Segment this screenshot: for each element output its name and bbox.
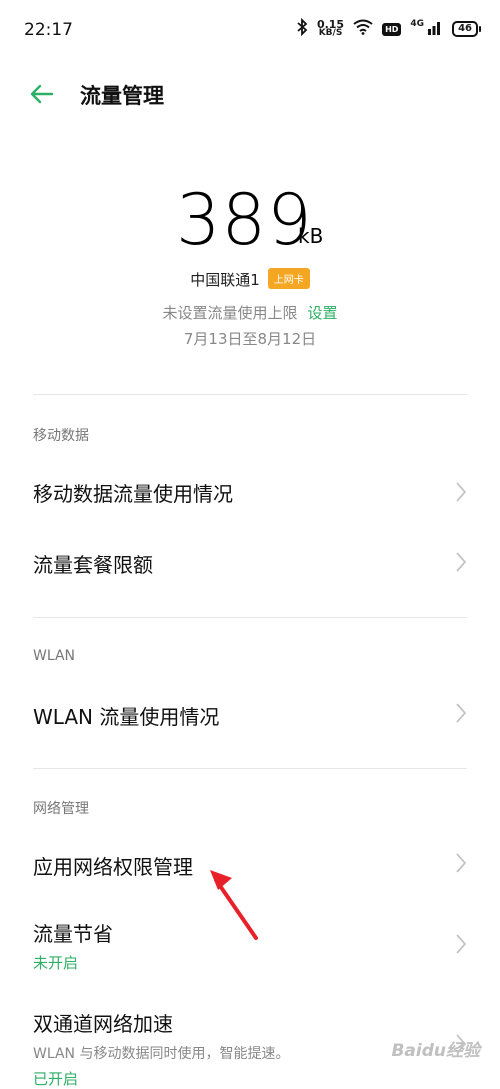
chevron-right-icon (456, 934, 467, 954)
wlan-usage-item[interactable]: WLAN 流量使用情况 (0, 684, 500, 748)
chevron-right-icon (456, 703, 467, 723)
page-title: 流量管理 (80, 84, 164, 108)
baidu-watermark: Baidu经验 (391, 1041, 480, 1061)
row-title: WLAN 流量使用情况 (33, 705, 220, 729)
section-label-wlan: WLAN (33, 648, 76, 664)
back-arrow-icon (30, 84, 54, 104)
red-arrow-annotation-icon (210, 870, 258, 940)
divider (33, 617, 467, 618)
divider (33, 394, 467, 395)
divider (33, 768, 467, 769)
status-icons: 0.15 KB/S HD 4G 46 (296, 17, 481, 40)
row-title: 流量套餐限额 (33, 553, 153, 577)
app-header: 流量管理 (0, 70, 500, 118)
chevron-right-icon (456, 853, 467, 873)
sim-info: 中国联通1 上网卡 (0, 268, 500, 290)
mobile-data-usage-item[interactable]: 移动数据流量使用情况 (0, 460, 500, 524)
data-plan-limit-item[interactable]: 流量套餐限额 (0, 532, 500, 596)
battery-indicator: 46 (452, 21, 481, 37)
sim-badge: 上网卡 (267, 268, 310, 289)
limit-info: 未设置流量使用上限 设置 (0, 302, 500, 323)
status-bar: 22:17 0.15 KB/S HD 4G 46 (0, 0, 500, 62)
row-title: 流量节省 (33, 922, 113, 946)
hd-badge: HD (382, 22, 402, 36)
network-speed: 0.15 KB/S (317, 19, 344, 38)
data-saver-status: 未开启 (33, 954, 79, 972)
row-title: 应用网络权限管理 (33, 855, 193, 879)
back-button[interactable] (28, 80, 56, 108)
speed-unit: KB/S (318, 28, 343, 38)
signal-icon (427, 19, 443, 39)
section-label-network: 网络管理 (33, 801, 89, 817)
chevron-right-icon (456, 552, 467, 572)
usage-unit: kB (298, 224, 324, 248)
bluetooth-icon (296, 17, 308, 40)
row-title: 移动数据流量使用情况 (33, 482, 233, 506)
section-label-mobile: 移动数据 (33, 428, 89, 444)
usage-summary: 389 kB 中国联通1 上网卡 未设置流量使用上限 设置 7月13日至8月12日 (0, 180, 500, 380)
billing-period: 7月13日至8月12日 (183, 330, 317, 348)
status-time: 22:17 (24, 20, 73, 40)
wifi-icon (353, 19, 373, 39)
chevron-right-icon (456, 482, 467, 502)
sim-name: 中国联通1 (190, 271, 260, 289)
network-type: 4G (410, 19, 425, 29)
row-title: 双通道网络加速 (33, 1012, 173, 1036)
usage-value: 389 (176, 179, 313, 261)
set-limit-link[interactable]: 设置 (308, 304, 338, 322)
dual-channel-desc: WLAN 与移动数据同时使用，智能提速。 (33, 1046, 290, 1062)
limit-text: 未设置流量使用上限 (162, 304, 298, 322)
dual-channel-status: 已开启 (33, 1070, 79, 1088)
